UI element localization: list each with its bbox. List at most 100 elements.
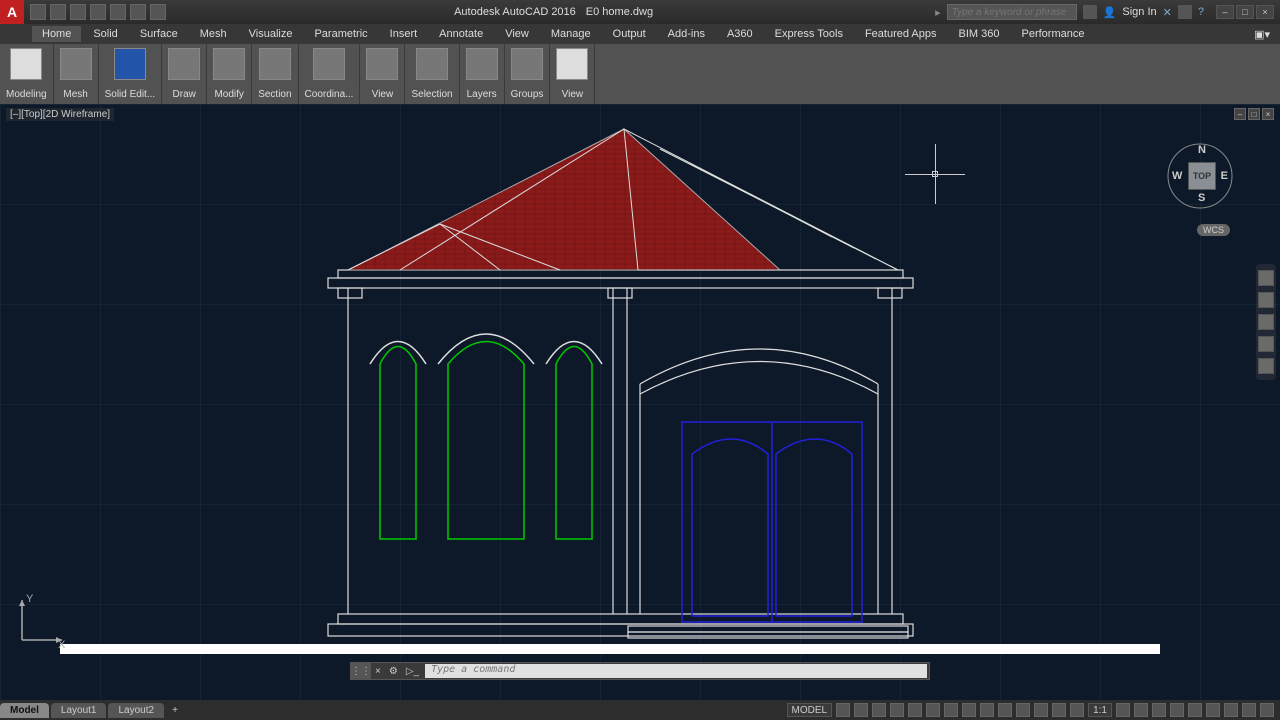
hardware-icon[interactable] — [1224, 703, 1238, 717]
viewcube-north[interactable]: N — [1198, 144, 1206, 156]
cleanscreen-icon[interactable] — [1242, 703, 1256, 717]
lweight-toggle-icon[interactable] — [944, 703, 958, 717]
tab-manage[interactable]: Manage — [541, 26, 601, 42]
panel-view2[interactable]: View — [550, 44, 595, 104]
drawing-viewport[interactable]: [–][Top][2D Wireframe] – □ × — [0, 104, 1280, 700]
snap-toggle-icon[interactable] — [854, 703, 868, 717]
customize-icon[interactable] — [1260, 703, 1274, 717]
add-layout-icon[interactable]: + — [166, 703, 184, 718]
groups-icon[interactable] — [511, 48, 543, 80]
panel-groups[interactable]: Groups — [505, 44, 551, 104]
tab-solid[interactable]: Solid — [83, 26, 127, 42]
workspace-icon[interactable] — [1116, 703, 1130, 717]
tab-performance[interactable]: Performance — [1011, 26, 1094, 42]
tab-addins[interactable]: Add-ins — [658, 26, 715, 42]
tab-mesh[interactable]: Mesh — [190, 26, 237, 42]
transparency-icon[interactable] — [962, 703, 976, 717]
panel-layers[interactable]: Layers — [460, 44, 505, 104]
close-icon[interactable]: × — [1256, 5, 1274, 19]
help-icon[interactable]: ? — [1198, 6, 1204, 18]
cycling-icon[interactable] — [980, 703, 994, 717]
units-icon[interactable] — [1152, 703, 1166, 717]
command-line[interactable]: ⋮⋮ × ⚙ ▷_ Type a command — [350, 662, 930, 680]
qat-undo-icon[interactable] — [130, 4, 146, 20]
3dosnap-icon[interactable] — [998, 703, 1012, 717]
panel-draw[interactable]: Draw — [162, 44, 207, 104]
polar-toggle-icon[interactable] — [890, 703, 904, 717]
qat-print-icon[interactable] — [110, 4, 126, 20]
annomon-icon[interactable] — [1134, 703, 1148, 717]
box-icon[interactable] — [10, 48, 42, 80]
gizmo-icon[interactable] — [1052, 703, 1066, 717]
ribbon-settings-icon[interactable]: ▣▾ — [1244, 26, 1280, 43]
cmd-grip-icon[interactable]: ⋮⋮ — [351, 663, 371, 679]
annoscale-icon[interactable] — [1070, 703, 1084, 717]
layers-icon[interactable] — [466, 48, 498, 80]
solid-edit-icon[interactable] — [114, 48, 146, 80]
tab-view[interactable]: View — [495, 26, 539, 42]
tab-output[interactable]: Output — [603, 26, 656, 42]
coordinates-icon[interactable] — [313, 48, 345, 80]
search-input[interactable] — [947, 4, 1077, 20]
qat-new-icon[interactable] — [30, 4, 46, 20]
cmd-customize-icon[interactable]: ⚙ — [385, 666, 402, 677]
viewcube-face[interactable]: TOP — [1188, 162, 1216, 190]
qat-saveas-icon[interactable] — [90, 4, 106, 20]
selection-icon[interactable] — [416, 48, 448, 80]
dynucs-icon[interactable] — [1016, 703, 1030, 717]
minimize-icon[interactable]: – — [1216, 5, 1234, 19]
command-input[interactable]: Type a command — [425, 664, 927, 678]
tab-bim360[interactable]: BIM 360 — [949, 26, 1010, 42]
ucs-icon[interactable]: X Y — [12, 590, 72, 650]
viewcube[interactable]: TOP N S E W — [1160, 134, 1240, 214]
tab-model[interactable]: Model — [0, 703, 49, 718]
panel-view1[interactable]: View — [360, 44, 405, 104]
infocenter-icon[interactable] — [1083, 5, 1097, 19]
orbit-icon[interactable] — [1258, 336, 1274, 352]
quickprops-icon[interactable] — [1170, 703, 1184, 717]
otrack-toggle-icon[interactable] — [926, 703, 940, 717]
qat-redo-icon[interactable] — [150, 4, 166, 20]
folder-icon[interactable] — [556, 48, 588, 80]
viewcube-east[interactable]: E — [1221, 170, 1228, 182]
cmd-close-icon[interactable]: × — [371, 666, 385, 677]
filter-icon[interactable] — [1034, 703, 1048, 717]
panel-selection[interactable]: Selection — [405, 44, 459, 104]
panel-section[interactable]: Section — [252, 44, 298, 104]
panel-modeling[interactable]: Modeling — [0, 44, 54, 104]
pan-icon[interactable] — [1258, 292, 1274, 308]
osnap-toggle-icon[interactable] — [908, 703, 922, 717]
viewcube-south[interactable]: S — [1198, 192, 1205, 204]
panel-mesh[interactable]: Mesh — [54, 44, 99, 104]
showmotion-icon[interactable] — [1258, 358, 1274, 374]
lock-icon[interactable] — [1188, 703, 1202, 717]
tab-annotate[interactable]: Annotate — [429, 26, 493, 42]
isolate-icon[interactable] — [1206, 703, 1220, 717]
tab-layout1[interactable]: Layout1 — [51, 703, 107, 718]
grid-toggle-icon[interactable] — [836, 703, 850, 717]
section-icon[interactable] — [259, 48, 291, 80]
maximize-icon[interactable]: □ — [1236, 5, 1254, 19]
tab-featured[interactable]: Featured Apps — [855, 26, 947, 42]
panel-modify[interactable]: Modify — [207, 44, 252, 104]
panel-solidedit[interactable]: Solid Edit... — [99, 44, 163, 104]
tab-insert[interactable]: Insert — [380, 26, 428, 42]
viewcube-west[interactable]: W — [1172, 170, 1182, 182]
wheel-icon[interactable] — [1258, 270, 1274, 286]
status-scale[interactable]: 1:1 — [1088, 703, 1112, 717]
tab-parametric[interactable]: Parametric — [304, 26, 377, 42]
mesh-icon[interactable] — [60, 48, 92, 80]
exchange-icon[interactable]: ✕ — [1163, 6, 1172, 19]
signin-button[interactable]: Sign In — [1122, 6, 1156, 18]
qat-open-icon[interactable] — [50, 4, 66, 20]
app-logo[interactable]: A — [0, 0, 24, 24]
tab-a360[interactable]: A360 — [717, 26, 763, 42]
ortho-toggle-icon[interactable] — [872, 703, 886, 717]
wcs-label[interactable]: WCS — [1197, 224, 1230, 236]
zoom-icon[interactable] — [1258, 314, 1274, 330]
tab-express[interactable]: Express Tools — [765, 26, 853, 42]
qat-save-icon[interactable] — [70, 4, 86, 20]
panel-coordinates[interactable]: Coordina... — [299, 44, 361, 104]
tab-layout2[interactable]: Layout2 — [108, 703, 164, 718]
view-icon[interactable] — [366, 48, 398, 80]
